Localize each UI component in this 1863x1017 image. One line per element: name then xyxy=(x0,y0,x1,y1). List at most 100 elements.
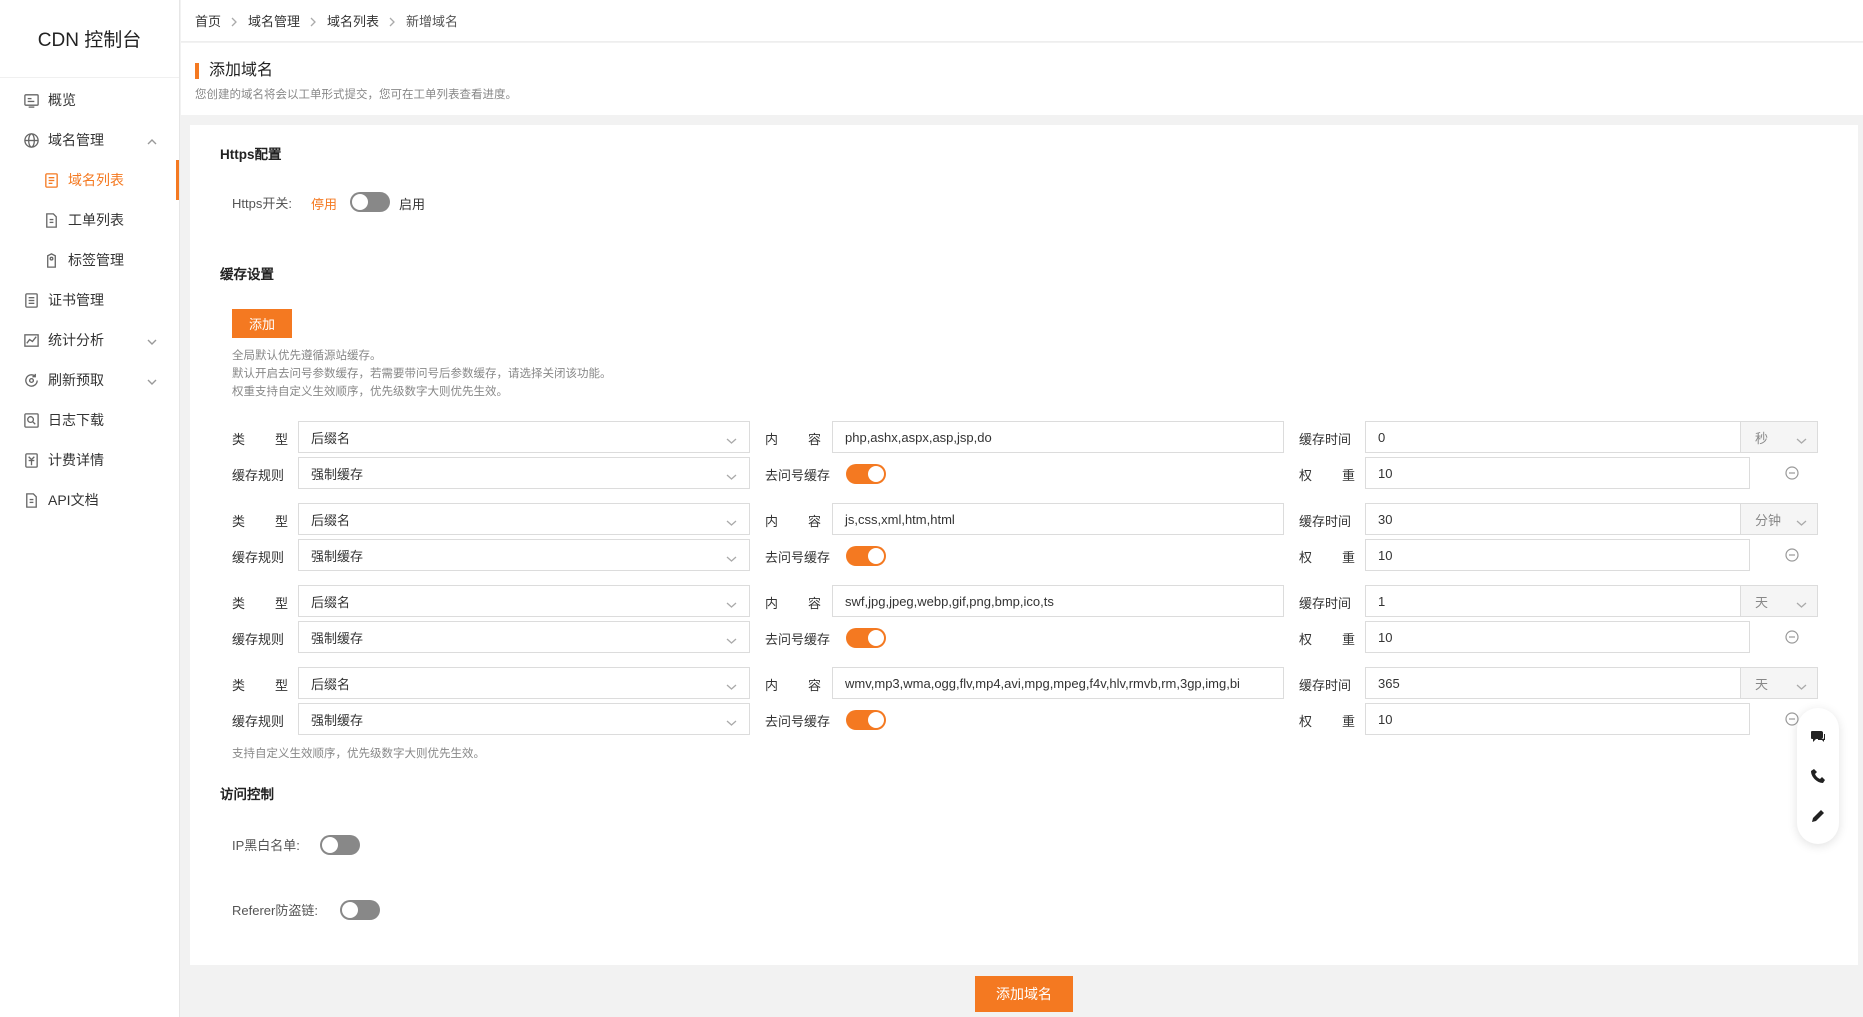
cache-time-input[interactable]: 0 xyxy=(1365,421,1741,453)
select-value: 分钟 xyxy=(1755,512,1782,528)
rule-type-select[interactable]: 后缀名 xyxy=(298,585,750,617)
sidebar-item-log-download[interactable]: 日志下载 xyxy=(0,400,179,440)
weight-label-char: 重 xyxy=(1341,468,1355,483)
sidebar-item-refresh-prefetch[interactable]: 刷新预取 xyxy=(0,360,179,400)
type-label-char: 型 xyxy=(274,514,288,529)
rule-content-input[interactable]: js,css,xml,htm,html xyxy=(832,503,1284,535)
sidebar-item-label: API文档 xyxy=(48,492,99,508)
remove-circle-icon[interactable] xyxy=(1785,548,1799,562)
cache-rule-select[interactable]: 强制缓存 xyxy=(298,703,750,735)
content-label-char: 内 xyxy=(765,514,779,529)
time-unit-select[interactable]: 秒 xyxy=(1741,421,1818,453)
page-header: 添加域名 您创建的域名将会以工单形式提交，您可在工单列表查看进度。 xyxy=(181,43,1863,115)
rule-content-input[interactable]: php,ashx,aspx,asp,jsp,do xyxy=(832,421,1284,453)
cache-section-title: 缓存设置 xyxy=(220,267,274,282)
select-value: 后缀名 xyxy=(311,512,351,528)
strip-query-toggle[interactable] xyxy=(846,464,886,484)
cache-time-input[interactable]: 30 xyxy=(1365,503,1741,535)
strip-query-label: 去问号缓存 xyxy=(765,714,831,729)
strip-query-toggle[interactable] xyxy=(846,710,886,730)
https-toggle[interactable] xyxy=(350,192,390,212)
sidebar-item-billing[interactable]: 计费详情 xyxy=(0,440,179,480)
type-label-char: 类 xyxy=(232,432,246,447)
cache-footnote: 支持自定义生效顺序，优先级数字大则优先生效。 xyxy=(232,748,485,760)
sidebar-item-ticket-list[interactable]: 工单列表 xyxy=(0,200,179,240)
form-card: Https配置 Https开关: 停用 启用 缓存设置 添加 全局默认优先遵循源… xyxy=(190,125,1858,965)
select-value: 后缀名 xyxy=(311,594,351,610)
rule-type-select[interactable]: 后缀名 xyxy=(298,503,750,535)
strip-query-label: 去问号缓存 xyxy=(765,468,831,483)
cache-rule-select[interactable]: 强制缓存 xyxy=(298,457,750,489)
weight-label-char: 权 xyxy=(1299,632,1313,647)
select-value: 强制缓存 xyxy=(311,712,364,728)
time-unit-select[interactable]: 分钟 xyxy=(1741,503,1818,535)
ip-list-label: IP黑白名单: xyxy=(232,838,300,853)
cache-time-input[interactable]: 1 xyxy=(1365,585,1741,617)
cache-rule-row-1b: 缓存规则 强制缓存 去问号缓存 权重 10 xyxy=(190,457,1858,491)
cache-rule-select[interactable]: 强制缓存 xyxy=(298,621,750,653)
sidebar-item-domain-management[interactable]: 域名管理 xyxy=(0,120,179,160)
strip-query-toggle[interactable] xyxy=(846,546,886,566)
input-value: 0 xyxy=(1378,429,1386,445)
select-value: 强制缓存 xyxy=(311,630,364,646)
sidebar-item-statistics[interactable]: 统计分析 xyxy=(0,320,179,360)
submit-add-domain-button[interactable]: 添加域名 xyxy=(975,976,1073,1012)
chevron-down-icon xyxy=(1796,679,1807,690)
content-label-char: 容 xyxy=(807,514,821,529)
sidebar: CDN 控制台 概览 域名管理 域名列表 工单列表 标签管理 证书管理 统计分析… xyxy=(0,0,180,1017)
sidebar-item-label: 标签管理 xyxy=(68,252,124,268)
select-value: 天 xyxy=(1755,676,1769,692)
ticket-icon xyxy=(42,211,60,229)
breadcrumb-domain-management[interactable]: 域名管理 xyxy=(248,11,300,30)
chevron-down-icon xyxy=(726,515,737,526)
select-value: 天 xyxy=(1755,594,1769,610)
rule-type-select[interactable]: 后缀名 xyxy=(298,667,750,699)
cache-time-input[interactable]: 365 xyxy=(1365,667,1741,699)
certificate-icon xyxy=(22,291,40,309)
chat-icon[interactable] xyxy=(1810,728,1826,744)
cache-rule-label: 缓存规则 xyxy=(232,632,285,647)
select-value: 后缀名 xyxy=(311,430,351,446)
breadcrumb-home[interactable]: 首页 xyxy=(195,11,221,30)
sidebar-item-certificate[interactable]: 证书管理 xyxy=(0,280,179,320)
breadcrumb-domain-list[interactable]: 域名列表 xyxy=(327,11,379,30)
cache-rule-select[interactable]: 强制缓存 xyxy=(298,539,750,571)
time-unit-select[interactable]: 天 xyxy=(1741,585,1818,617)
sidebar-item-domain-list[interactable]: 域名列表 xyxy=(0,160,179,200)
remove-circle-icon[interactable] xyxy=(1785,466,1799,480)
chevron-down-icon xyxy=(726,469,737,480)
content-label-char: 容 xyxy=(807,596,821,611)
time-unit-select[interactable]: 天 xyxy=(1741,667,1818,699)
chevron-down-icon xyxy=(1796,433,1807,444)
phone-icon[interactable] xyxy=(1810,768,1826,784)
rule-type-select[interactable]: 后缀名 xyxy=(298,421,750,453)
add-cache-rule-button[interactable]: 添加 xyxy=(232,309,292,338)
referer-label: Referer防盗链: xyxy=(232,903,318,918)
select-value: 后缀名 xyxy=(311,676,351,692)
rule-content-input[interactable]: swf,jpg,jpeg,webp,gif,png,bmp,ico,ts xyxy=(832,585,1284,617)
weight-input[interactable]: 10 xyxy=(1365,539,1750,571)
sidebar-item-label: 域名管理 xyxy=(48,132,104,148)
select-value: 强制缓存 xyxy=(311,548,364,564)
sidebar-item-overview[interactable]: 概览 xyxy=(0,80,179,120)
chevron-down-icon xyxy=(726,679,737,690)
weight-input[interactable]: 10 xyxy=(1365,703,1750,735)
weight-input[interactable]: 10 xyxy=(1365,621,1750,653)
type-label-char: 类 xyxy=(232,514,246,529)
cache-rule-label: 缓存规则 xyxy=(232,550,285,565)
sidebar-item-api-docs[interactable]: API文档 xyxy=(0,480,179,520)
rule-content-input[interactable]: wmv,mp3,wma,ogg,flv,mp4,avi,mpg,mpeg,f4v… xyxy=(832,667,1284,699)
chart-icon xyxy=(22,331,40,349)
sidebar-item-tag-management[interactable]: 标签管理 xyxy=(0,240,179,280)
overview-icon xyxy=(22,91,40,109)
https-on-text: 启用 xyxy=(399,197,426,212)
weight-input[interactable]: 10 xyxy=(1365,457,1750,489)
ip-list-toggle[interactable] xyxy=(320,835,360,855)
referer-toggle[interactable] xyxy=(340,900,380,920)
input-value: 10 xyxy=(1378,465,1393,481)
input-value: swf,jpg,jpeg,webp,gif,png,bmp,ico,ts xyxy=(845,593,1054,609)
edit-icon[interactable] xyxy=(1810,808,1826,824)
remove-circle-icon[interactable] xyxy=(1785,630,1799,644)
strip-query-toggle[interactable] xyxy=(846,628,886,648)
tag-icon xyxy=(42,251,60,269)
